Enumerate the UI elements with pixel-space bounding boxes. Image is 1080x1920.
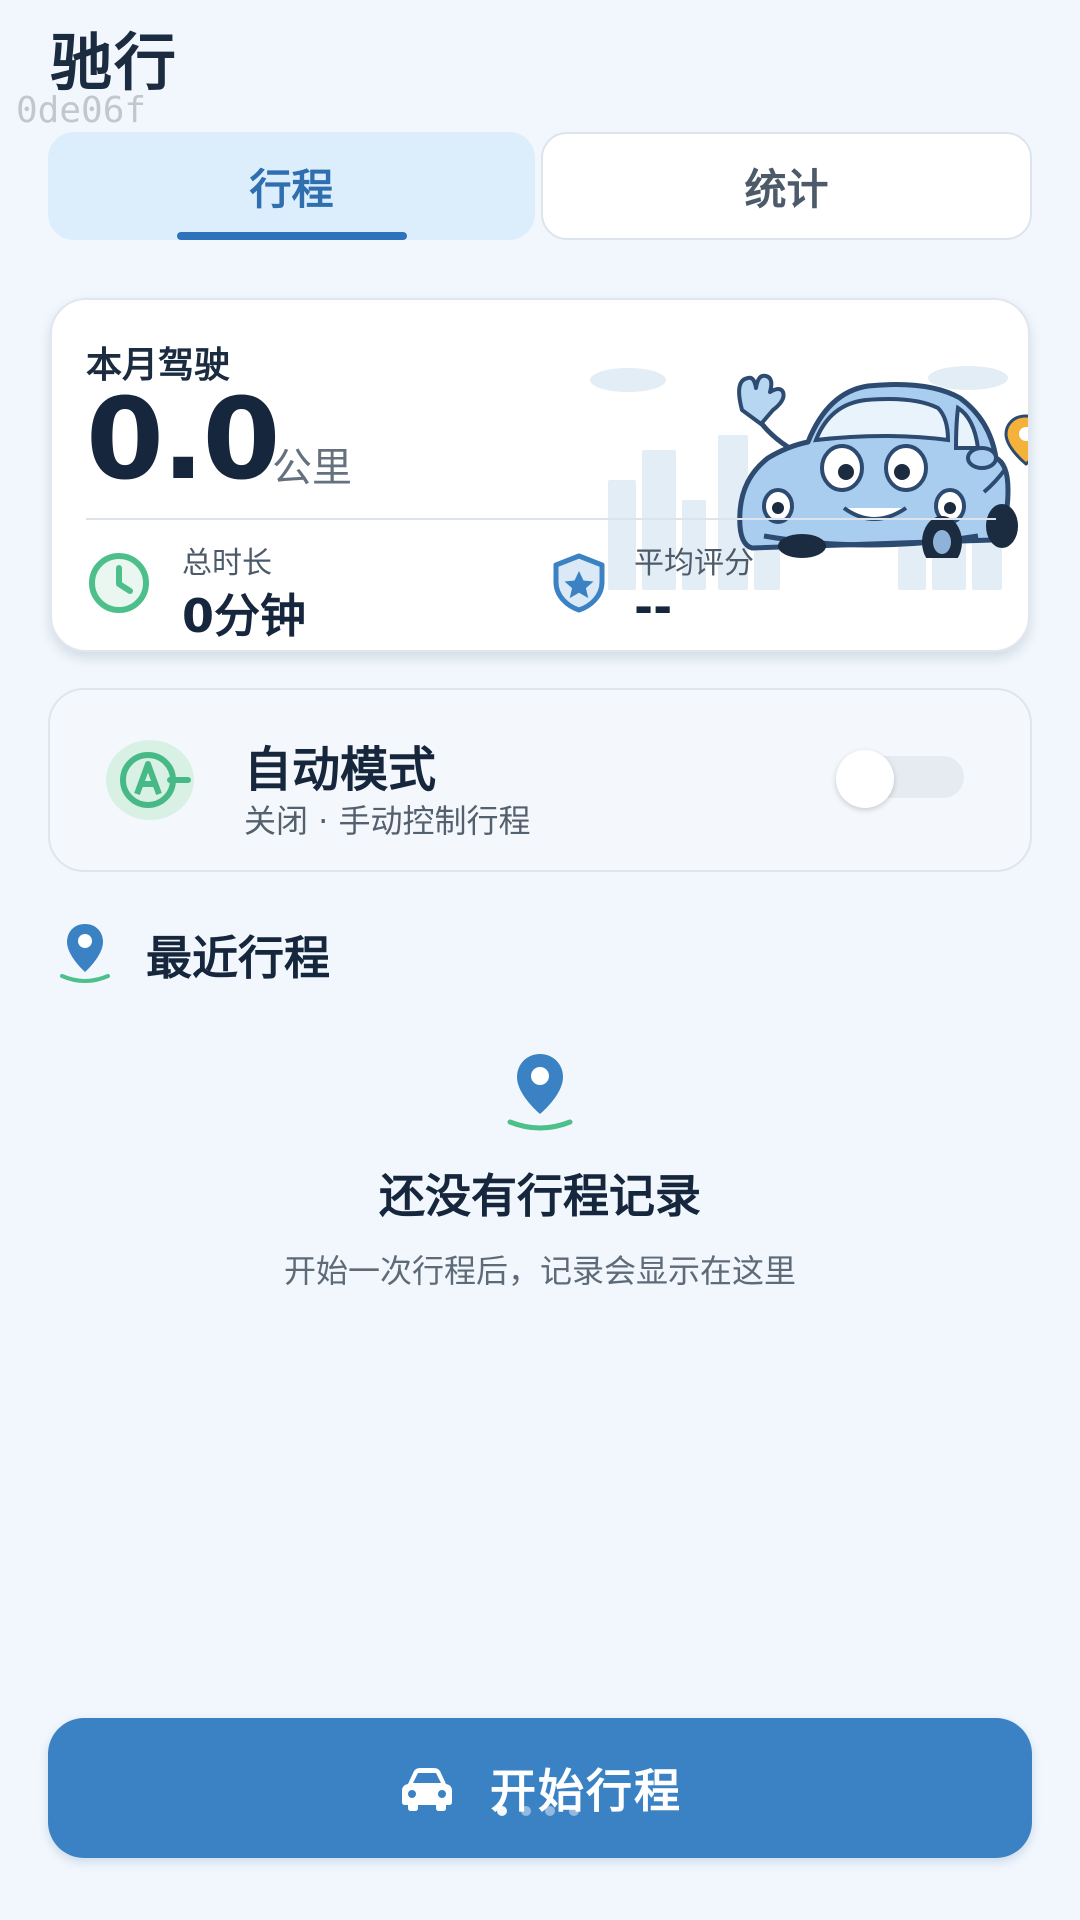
auto-mode-toggle[interactable] [836, 750, 964, 808]
auto-mode-card: 自动模式 关闭 · 手动控制行程 [48, 688, 1032, 872]
total-duration-label: 总时长 [182, 546, 272, 581]
recent-trips-title: 最近行程 [146, 931, 330, 985]
shield-star-icon [553, 553, 605, 613]
clock-icon [89, 553, 149, 613]
location-pin-icon [60, 924, 110, 983]
page-dot [569, 1806, 579, 1816]
monthly-summary-card: 本月驾驶 0.0 公里 总时长 0分钟 平均评分 -- [50, 298, 1030, 652]
tab-bar: 行程 统计 [48, 132, 1032, 240]
car-mascot-illustration [737, 373, 1028, 558]
empty-location-pin-icon [507, 1054, 573, 1131]
tab-statistics[interactable]: 统计 [541, 132, 1032, 240]
car-icon [402, 1768, 452, 1811]
auto-mode-icon [106, 740, 194, 820]
tab-statistics-label: 统计 [744, 164, 829, 214]
total-duration-value: 0分钟 [182, 589, 307, 643]
tab-trips[interactable]: 行程 [48, 132, 535, 240]
page-dot [497, 1806, 507, 1816]
card-divider [86, 518, 996, 520]
empty-state: 还没有行程记录 开始一次行程后，记录会显示在这里 [0, 1050, 1080, 1292]
page-dot [521, 1806, 531, 1816]
page-indicator [497, 1806, 579, 1816]
auto-mode-title: 自动模式 [244, 742, 437, 798]
empty-state-title: 还没有行程记录 [379, 1169, 701, 1223]
average-rating-label: 平均评分 [634, 546, 754, 581]
distance-value: 0.0 [86, 375, 280, 505]
distance-unit: 公里 [272, 445, 352, 491]
tab-active-indicator [176, 232, 407, 240]
toggle-knob [836, 750, 894, 808]
page-dot [545, 1806, 555, 1816]
empty-state-subtitle: 开始一次行程后，记录会显示在这里 [283, 1252, 796, 1290]
start-trip-button[interactable]: 开始行程 [48, 1718, 1032, 1858]
average-rating-value: -- [634, 580, 673, 634]
app-title: 驰行 [50, 26, 179, 99]
build-id: 0de06f [16, 90, 147, 131]
tab-trips-label: 行程 [249, 164, 334, 214]
auto-mode-status: 关闭 · 手动控制行程 [244, 802, 531, 840]
